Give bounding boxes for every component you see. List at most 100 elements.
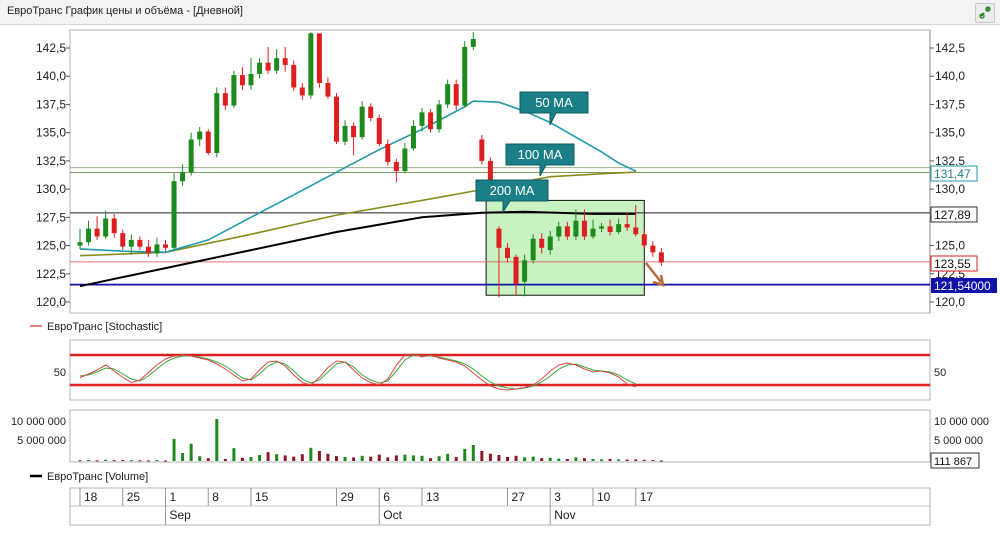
price-tick-left: 122,5 — [36, 267, 66, 281]
ma200-callout-label: 200 MA — [490, 183, 535, 198]
volume-bar — [625, 459, 629, 461]
volume-bar — [582, 458, 586, 461]
ma50-callout: 50 MA — [519, 91, 589, 126]
candle — [402, 142, 408, 174]
candle — [308, 32, 314, 99]
candle — [453, 79, 459, 111]
candle — [239, 67, 245, 90]
volume-bar — [471, 445, 475, 461]
volume-bar — [420, 455, 424, 461]
price-tick-left: 135,0 — [36, 126, 66, 140]
candle — [282, 46, 288, 72]
stochastic-tick-left: 50 — [54, 367, 66, 379]
volume-bar — [104, 459, 108, 461]
volume-bar — [181, 453, 185, 461]
volume-bar — [189, 443, 193, 461]
volume-bar — [600, 459, 604, 461]
price-tick-left: 120,0 — [36, 295, 66, 309]
volume-bar — [574, 457, 578, 461]
ma50-callout-label: 50 MA — [535, 95, 573, 110]
volume-bar — [617, 459, 621, 461]
candle — [376, 114, 382, 147]
day-label: 29 — [341, 490, 355, 504]
volume-bar — [300, 454, 304, 461]
volume-bar — [514, 455, 518, 461]
month-label: Sep — [170, 508, 192, 522]
ma100-callout-label: 100 MA — [518, 147, 563, 162]
volume-bar — [275, 454, 279, 461]
volume-bar — [548, 457, 552, 461]
down-arrow — [645, 262, 665, 287]
stochastic-legend-label: ЕвроТранс [Stochastic] — [47, 321, 162, 333]
volume-bar — [87, 460, 91, 461]
volume-bar — [377, 454, 381, 461]
candle — [188, 132, 194, 176]
price-tick-right: 120,0 — [935, 295, 965, 309]
price-tick-right: 140,0 — [935, 69, 965, 83]
volume-bar — [240, 457, 244, 461]
day-label: 25 — [127, 490, 141, 504]
day-label: 13 — [426, 490, 440, 504]
candle — [325, 77, 331, 99]
volume-tick-left-10m: 10 000 000 — [11, 416, 66, 428]
stochastic-pane[interactable] — [69, 339, 931, 401]
month-label: Oct — [383, 508, 402, 522]
volume-last-value: 111 867 — [934, 456, 972, 468]
day-label: 6 — [383, 490, 390, 504]
candle — [103, 210, 109, 239]
candle — [393, 158, 399, 183]
candle — [658, 247, 664, 266]
volume-bar — [394, 455, 398, 461]
volume-bar — [215, 419, 219, 461]
volume-bar — [223, 459, 227, 461]
volume-pane[interactable] — [69, 409, 931, 463]
candle — [205, 129, 211, 156]
volume-bar — [138, 460, 142, 462]
day-label: 27 — [512, 490, 526, 504]
volume-bar — [172, 439, 176, 461]
volume-bar — [591, 459, 595, 461]
candle — [214, 87, 220, 158]
volume-last-badge: 111 867 — [930, 452, 980, 469]
volume-bar — [326, 453, 330, 461]
candle — [197, 127, 203, 147]
volume-bar — [497, 455, 501, 461]
price-tick-right: 142,5 — [935, 41, 965, 55]
candle — [410, 120, 416, 151]
candle — [163, 239, 168, 252]
candle — [265, 46, 271, 74]
volume-bar — [352, 457, 356, 461]
volume-bar — [164, 460, 167, 462]
support-badge: 121,54000 — [931, 278, 997, 293]
price-tick-right: 135,0 — [935, 126, 965, 140]
candle — [334, 93, 339, 144]
price-tick-left: 137,5 — [36, 97, 66, 111]
candle — [428, 108, 434, 133]
candle — [257, 58, 263, 79]
candle — [470, 32, 476, 51]
candle — [94, 216, 100, 240]
volume-bar — [335, 456, 338, 461]
ma200-badge-value: 127,89 — [934, 208, 971, 222]
volume-bar — [651, 460, 655, 461]
candle — [248, 58, 254, 90]
volume-bar — [488, 453, 492, 461]
volume-bar — [121, 460, 125, 461]
volume-bar — [411, 455, 415, 461]
volume-bar — [369, 456, 373, 461]
price-tick-left: 130,0 — [36, 182, 66, 196]
volume-bar — [557, 458, 561, 461]
volume-bar — [480, 451, 484, 461]
candle — [436, 99, 442, 133]
volume-bar — [198, 456, 202, 461]
candle — [77, 228, 83, 249]
ma100-badge: 131,47 — [930, 165, 978, 182]
volume-bar — [565, 459, 569, 461]
volume-bar — [129, 460, 133, 462]
volume-bar — [463, 449, 467, 461]
volume-legend: ЕвроТранс [Volume] — [30, 471, 148, 483]
day-label: 8 — [212, 490, 219, 504]
price-volume-chart[interactable]: 50 MA 100 MA 200 MA 142,5 142,5 140,0 140,0… — [0, 0, 1000, 541]
volume-tick-right-5m: 5 000 000 — [934, 435, 983, 447]
volume-bar — [283, 455, 287, 461]
